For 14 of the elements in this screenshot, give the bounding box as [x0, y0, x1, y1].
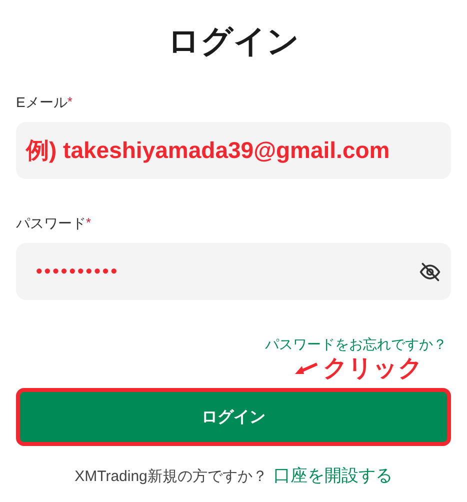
footer-text: XMTrading新規の方ですか？: [74, 467, 268, 486]
forgot-password-link[interactable]: パスワードをお忘れですか？: [265, 336, 447, 354]
field-label: パスワード: [16, 215, 86, 233]
required-mark: *: [67, 94, 72, 111]
annotation-text: クリック: [323, 354, 423, 384]
eye-off-icon[interactable]: [419, 260, 441, 282]
register-link[interactable]: 口座を開設する: [273, 464, 392, 487]
arrow-icon: [293, 360, 319, 376]
required-mark: *: [86, 215, 92, 232]
field-label: Eメール: [16, 94, 68, 112]
page-title: ログイン: [168, 22, 300, 61]
password-field[interactable]: ••••••••••: [16, 243, 451, 300]
email-field[interactable]: 例) takeshiyamada39@gmail.com: [16, 122, 451, 179]
login-button[interactable]: ログイン: [16, 388, 451, 446]
